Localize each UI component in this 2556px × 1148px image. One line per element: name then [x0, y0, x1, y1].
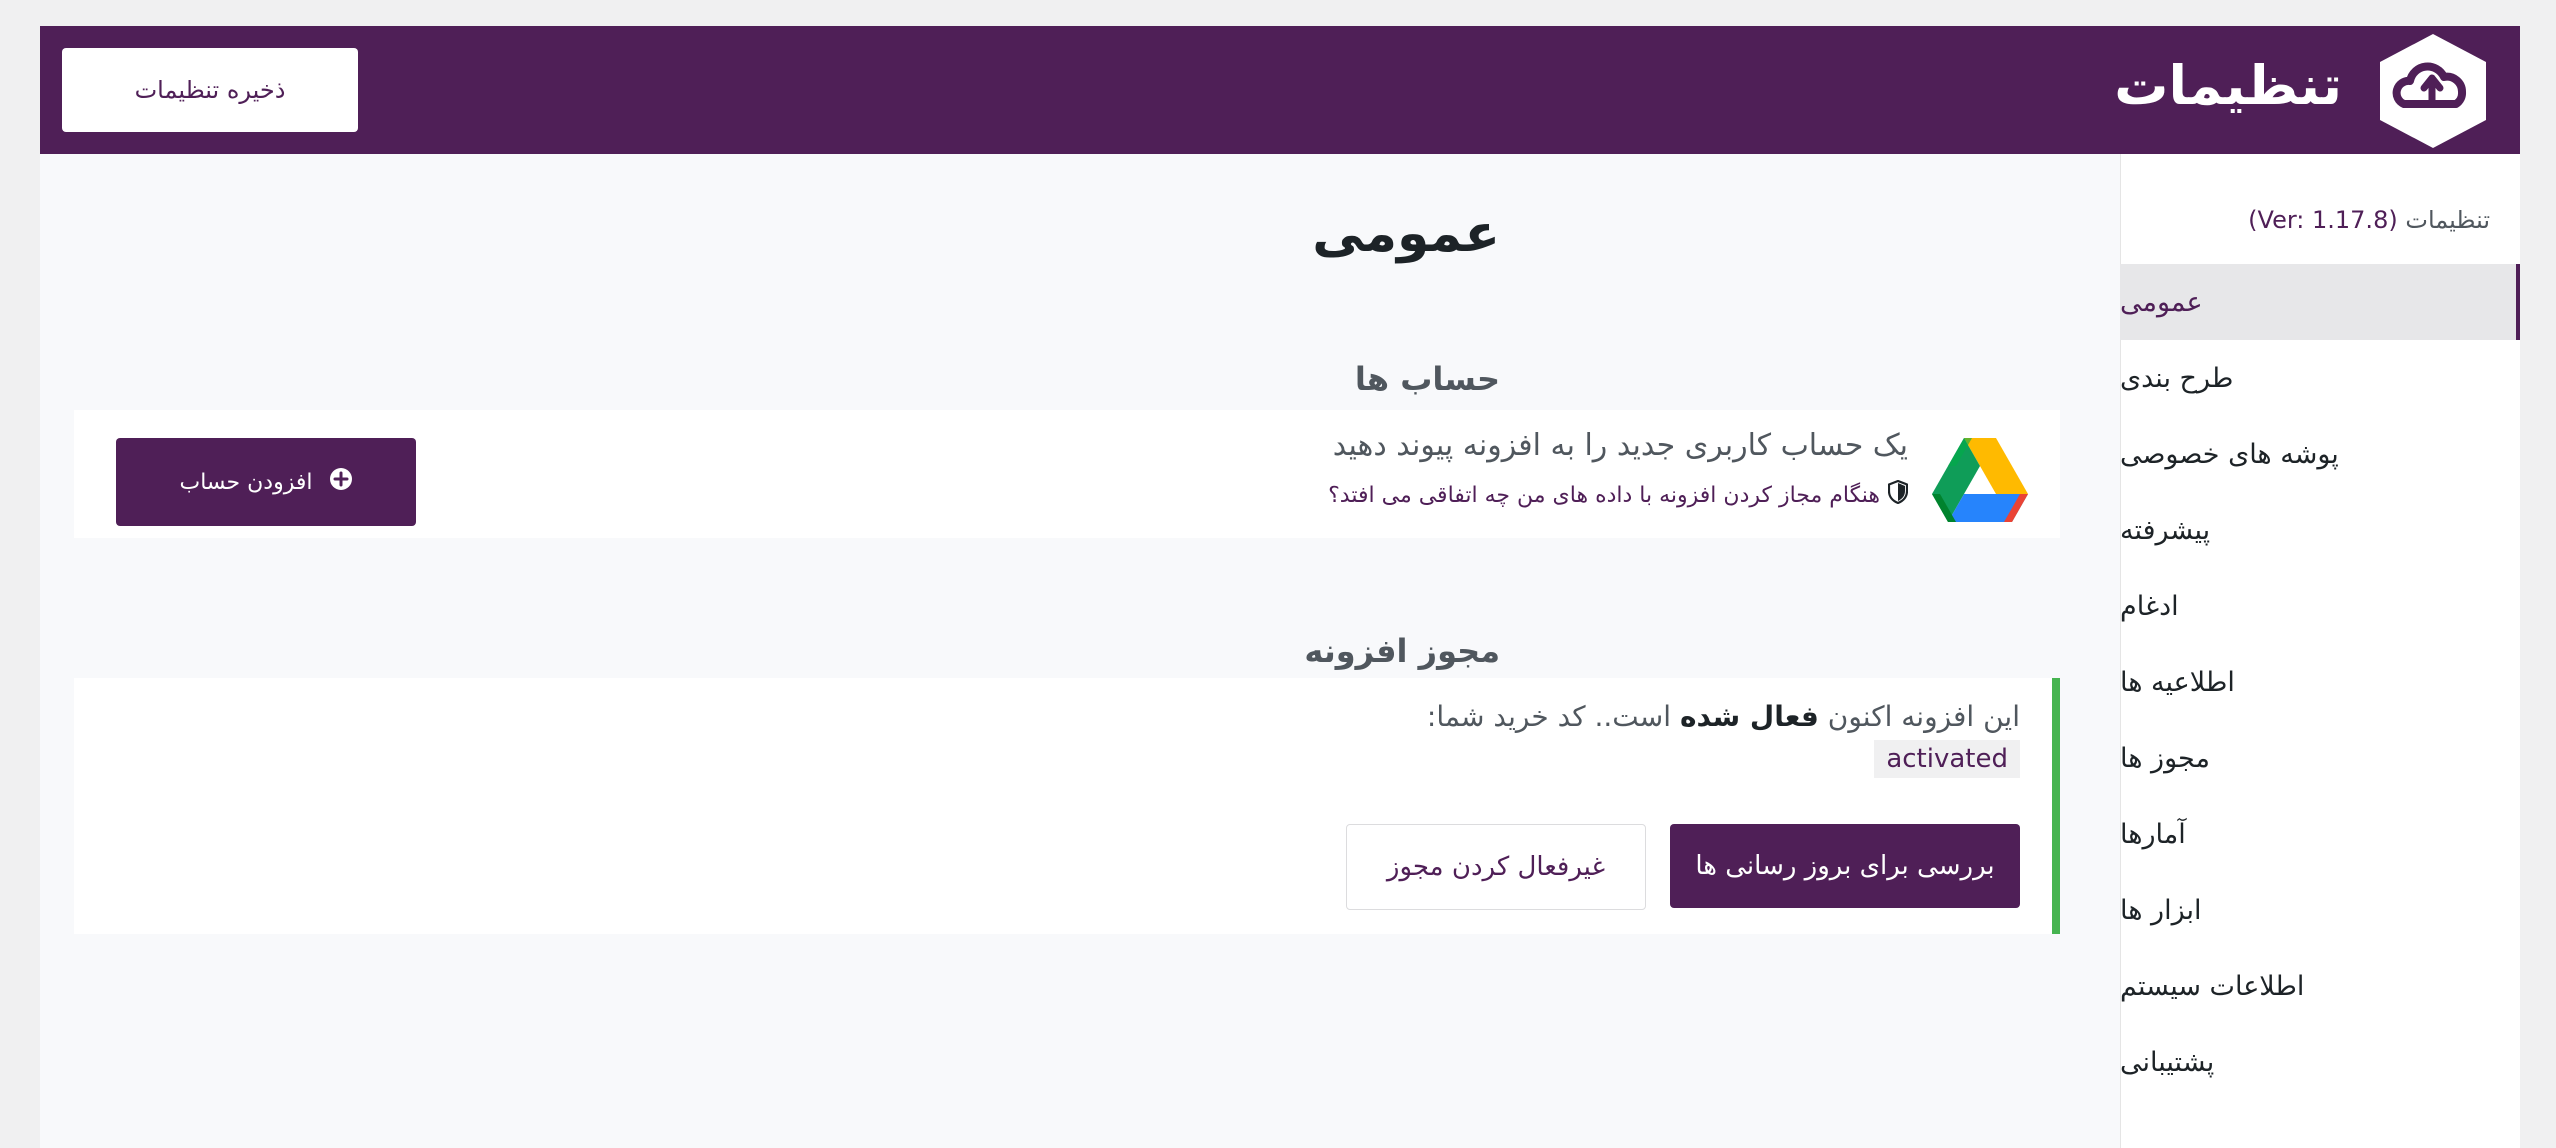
version-label: تنظیمات — [2405, 206, 2490, 234]
shield-icon — [1887, 479, 1909, 510]
privacy-note-link[interactable]: هنگام مجاز کردن افزونه با داده های من چه… — [1328, 479, 1909, 510]
settings-version: تنظیمات (Ver: 1.17.8) — [2248, 206, 2490, 234]
save-settings-button[interactable]: ذخیره تنظیمات — [62, 48, 358, 132]
page-title: عمومی — [1312, 204, 1500, 264]
sidebar-item-private-folders[interactable]: پوشه های خصوصی — [2120, 416, 2520, 492]
link-account-text: یک حساب کاربری جدید را به افزونه پیوند د… — [1332, 428, 1908, 463]
sidebar-item-tools[interactable]: ابزار ها — [2120, 872, 2520, 948]
sidebar-item-advanced[interactable]: پیشرفته — [2120, 492, 2520, 568]
sidebar-item-integrations[interactable]: ادغام — [2120, 568, 2520, 644]
top-header: ذخیره تنظیمات تنظیمات — [40, 26, 2520, 154]
accounts-panel: یک حساب کاربری جدید را به افزونه پیوند د… — [74, 410, 2060, 538]
privacy-note-text: هنگام مجاز کردن افزونه با داده های من چه… — [1328, 482, 1880, 508]
license-text-before: این افزونه اکنون — [1818, 700, 2020, 733]
sidebar-item-support[interactable]: پشتیبانی — [2120, 1024, 2520, 1100]
sidebar-item-permissions[interactable]: مجوز ها — [2120, 720, 2520, 796]
license-status-text: این افزونه اکنون فعال شده است.. کد خرید … — [1427, 700, 2020, 733]
add-account-button[interactable]: افزودن حساب — [116, 438, 416, 526]
license-text-after: است.. کد خرید شما: — [1426, 700, 1680, 733]
deactivate-license-button[interactable]: غیرفعال کردن مجوز — [1346, 824, 1646, 910]
app-window: ذخیره تنظیمات تنظیمات تنظیمات (Ver: 1.17… — [40, 26, 2520, 1148]
page-header-title: تنظیمات — [2114, 54, 2342, 117]
sidebar-item-system-info[interactable]: اطلاعات سیستم — [2120, 948, 2520, 1024]
license-section-title: مجوز افزونه — [1304, 632, 1500, 670]
sidebar-nav: عمومی طرح بندی پوشه های خصوصی پیشرفته اد… — [2120, 264, 2520, 1100]
cloud-sync-logo-icon — [2374, 30, 2492, 150]
main-content: عمومی حساب ها یک حساب کاربری جدید را به … — [40, 154, 2120, 1148]
plus-circle-icon — [329, 467, 353, 497]
purchase-code: activated — [1874, 740, 2020, 778]
check-updates-button[interactable]: بررسی برای بروز رسانی ها — [1670, 824, 2020, 908]
version-number: (Ver: 1.17.8) — [2248, 206, 2398, 234]
sidebar-item-layout[interactable]: طرح بندی — [2120, 340, 2520, 416]
add-account-label: افزودن حساب — [179, 469, 313, 495]
sidebar-item-statistics[interactable]: آمارها — [2120, 796, 2520, 872]
google-drive-icon — [1932, 436, 2028, 522]
accounts-section-title: حساب ها — [1354, 360, 1500, 398]
license-panel: این افزونه اکنون فعال شده است.. کد خرید … — [74, 678, 2060, 934]
sidebar-item-general[interactable]: عمومی — [2120, 264, 2520, 340]
license-text-bold: فعال شده — [1679, 700, 1819, 733]
sidebar-item-notifications[interactable]: اطلاعیه ها — [2120, 644, 2520, 720]
settings-sidebar: تنظیمات (Ver: 1.17.8) عمومی طرح بندی پوش… — [2120, 154, 2520, 1148]
